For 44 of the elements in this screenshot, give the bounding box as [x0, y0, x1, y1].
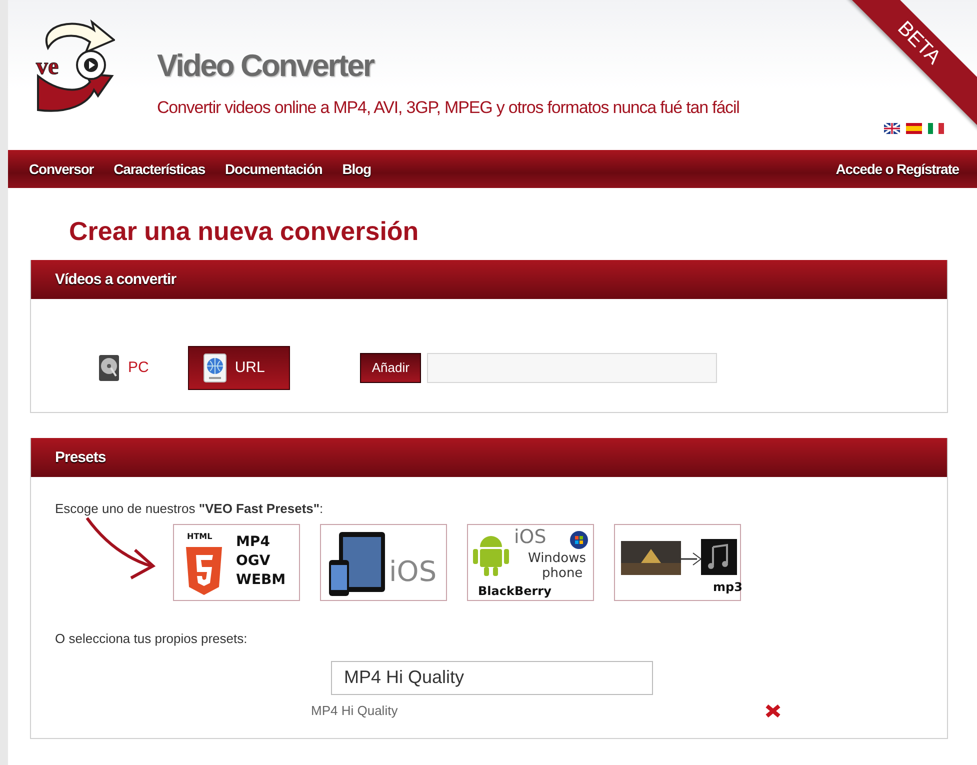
- preset-label: HTML: [187, 533, 212, 541]
- custom-presets-label: O selecciona tus propios presets:: [55, 631, 248, 646]
- preset-select[interactable]: MP4 Hi Quality: [331, 661, 653, 695]
- preset-label: BlackBerry: [478, 585, 552, 597]
- preset-label: phone: [542, 567, 583, 580]
- shield-icon: [186, 547, 222, 595]
- preset-tile[interactable]: HTML MP4 OGV WEBM: [173, 524, 300, 601]
- site-title: Video Converter: [157, 48, 375, 84]
- login-link[interactable]: Accede o Regístrate: [836, 161, 959, 177]
- android-robot-icon: [472, 533, 510, 577]
- instruction-text: Escoge uno de nuestros "VEO Fast Presets":: [55, 501, 324, 516]
- source-option[interactable]: PC: [87, 346, 160, 390]
- url-input[interactable]: [427, 352, 718, 382]
- globe-icon: [202, 352, 227, 382]
- preset-label: WEBM: [236, 573, 286, 587]
- source-option[interactable]: URL: [188, 346, 290, 390]
- section-header: Vídeos a convertir: [31, 260, 947, 299]
- preset-label: mp3: [713, 581, 742, 593]
- nav-link[interactable]: Blog: [342, 161, 371, 177]
- preset-name: MP4 Hi Quality: [311, 703, 398, 718]
- tagline: Convertir videos online a MP4, AVI, 3GP, MPEG y otros formatos nunca fué tan fácil: [157, 98, 740, 118]
- preset-tile[interactable]: iOS: [320, 524, 447, 601]
- windows-logo-icon: [570, 531, 588, 549]
- preset-label: OGV: [236, 554, 270, 568]
- remove-icon[interactable]: [765, 704, 781, 718]
- nav-link[interactable]: Documentación: [225, 161, 322, 177]
- preset-label: iOS: [389, 558, 437, 586]
- hard-drive-icon: [98, 354, 120, 382]
- preset-tile[interactable]: mp3: [614, 524, 741, 601]
- preset-label: Windows: [528, 552, 586, 565]
- nav-link[interactable]: Conversor: [29, 161, 94, 177]
- section-header: Presets: [31, 438, 947, 477]
- page-title: Crear una nueva conversión: [68, 215, 420, 248]
- logo-drawing: ve: [28, 18, 115, 114]
- tablet-and-phone-icon: [327, 532, 387, 596]
- preset-tile[interactable]: iOS Windows phone BlackBerry: [467, 524, 594, 601]
- arrow-drawing: [86, 517, 156, 580]
- preset-label: MP4: [236, 535, 270, 549]
- uk-flag-icon[interactable]: [884, 123, 900, 134]
- preset-label: iOS: [514, 528, 546, 547]
- add-button[interactable]: Añadir: [360, 352, 422, 382]
- nav-link[interactable]: Características: [114, 161, 206, 177]
- spain-flag-icon[interactable]: [906, 123, 922, 134]
- italy-flag-icon[interactable]: [928, 123, 944, 134]
